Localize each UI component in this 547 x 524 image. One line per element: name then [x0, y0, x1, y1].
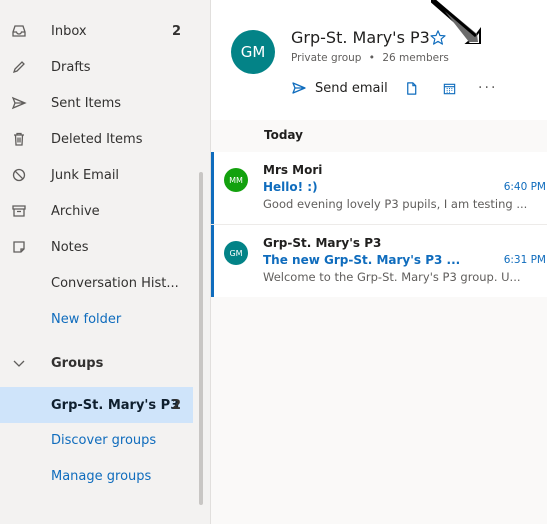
document-icon [407, 81, 417, 95]
folder-sent-items[interactable]: Sent Items [0, 85, 200, 121]
send-icon [292, 82, 306, 94]
message-item[interactable]: GM Grp-St. Mary's P3 The new Grp-St. Mar… [211, 225, 547, 297]
message-time: 6:31 PM [503, 254, 546, 266]
inbox-icon [9, 21, 29, 41]
note-icon [9, 237, 29, 257]
new-folder-label: New folder [51, 311, 122, 327]
message-time: 6:40 PM [503, 181, 546, 193]
group-privacy: Private group [291, 52, 362, 64]
groups-header-label: Groups [51, 355, 104, 371]
folder-inbox[interactable]: Inbox 2 [0, 13, 200, 49]
message-preview: Welcome to the Grp-St. Mary's P3 group. … [263, 270, 521, 284]
folder-junk-email[interactable]: Junk Email [0, 157, 200, 193]
folder-drafts[interactable]: Drafts [0, 49, 200, 85]
folder-label: Deleted Items [51, 131, 143, 147]
group-meta: Private group • 26 members [291, 52, 449, 64]
group-member-count[interactable]: 26 members [382, 52, 449, 64]
folder-notes[interactable]: Notes [0, 229, 200, 265]
discover-groups-link[interactable]: Discover groups [0, 422, 200, 458]
sender-avatar: MM [224, 168, 248, 192]
send-icon [9, 93, 29, 113]
unread-count: 2 [172, 397, 182, 413]
group-avatar: GM [231, 30, 275, 74]
discover-groups-label: Discover groups [51, 432, 157, 448]
folder-label: Conversation Hist... [51, 275, 179, 291]
folder-archive[interactable]: Archive [0, 193, 200, 229]
meta-separator: • [368, 52, 375, 64]
chevron-down-icon [9, 353, 29, 373]
groups-section-toggle[interactable]: Groups [0, 345, 200, 381]
folder-pane-scrollbar[interactable] [199, 172, 203, 505]
folder-pane: Inbox 2 Drafts Sent Items Deleted Items … [0, 0, 211, 524]
archive-icon [9, 201, 29, 221]
blocked-icon [9, 165, 29, 185]
message-item[interactable]: MM Mrs Mori Hello! :) 6:40 PM Good eveni… [211, 152, 547, 224]
folder-conversation-history[interactable]: Conversation Hist... [0, 265, 200, 301]
day-group-header: Today [211, 120, 547, 152]
group-item-grp-st-marys-p3[interactable]: Grp-St. Mary's P3 2 [0, 387, 193, 423]
group-header: GM Grp-St. Mary's P3 Private group • 26 … [211, 0, 547, 120]
day-label: Today [264, 128, 303, 142]
message-preview: Good evening lovely P3 pupils, I am test… [263, 197, 528, 211]
message-sender: Mrs Mori [263, 163, 323, 177]
folder-label: Drafts [51, 59, 91, 75]
manage-groups-link[interactable]: Manage groups [0, 458, 200, 494]
mouse-cursor-icon [431, 0, 481, 44]
more-options-button[interactable]: ··· [478, 78, 498, 98]
folder-label: Sent Items [51, 95, 122, 111]
unread-count: 2 [172, 23, 182, 39]
message-list: Today MM Mrs Mori Hello! :) 6:40 PM Good… [211, 120, 547, 524]
new-folder-link[interactable]: New folder [0, 301, 200, 337]
message-sender: Grp-St. Mary's P3 [263, 236, 382, 250]
folder-label: Archive [51, 203, 100, 219]
send-email-label: Send email [315, 80, 388, 96]
trash-icon [9, 129, 29, 149]
manage-groups-label: Manage groups [51, 468, 152, 484]
send-email-button[interactable]: Send email [291, 80, 388, 96]
folder-label: Notes [51, 239, 89, 255]
folder-label: Junk Email [51, 167, 120, 183]
group-label: Grp-St. Mary's P3 [51, 397, 180, 413]
group-actions: Send email ··· [291, 76, 498, 100]
files-button[interactable] [402, 78, 422, 98]
calendar-button[interactable] [440, 78, 460, 98]
group-title: Grp-St. Mary's P3 [291, 28, 430, 47]
message-subject: The new Grp-St. Mary's P3 ... [263, 253, 461, 267]
message-subject: Hello! :) [263, 180, 318, 194]
folder-label: Inbox [51, 23, 87, 39]
pencil-icon [9, 57, 29, 77]
calendar-icon [444, 83, 456, 94]
folder-deleted-items[interactable]: Deleted Items [0, 121, 200, 157]
sender-avatar: GM [224, 241, 248, 265]
